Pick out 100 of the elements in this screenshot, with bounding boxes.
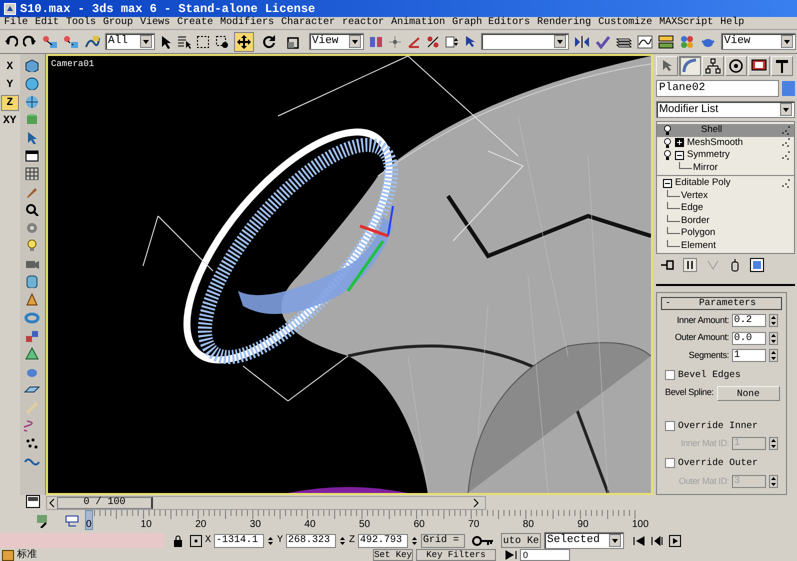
- number-field[interactable]: 1: [732, 349, 766, 362]
- schematic-view-icon[interactable]: [658, 34, 674, 48]
- grid-icon[interactable]: [24, 166, 40, 180]
- rollout-header[interactable]: - Parameters: [661, 296, 782, 310]
- auto-key-button[interactable]: uto Ke: [501, 533, 542, 548]
- number-field[interactable]: 0.2: [732, 314, 766, 327]
- menu-item[interactable]: reactor: [342, 17, 384, 29]
- modifier-stack-item[interactable]: Shell: [657, 124, 794, 136]
- key-filters-button[interactable]: Key Filters: [416, 549, 496, 561]
- link-icon[interactable]: [42, 34, 58, 48]
- spinner-arrows-icon[interactable]: [769, 314, 778, 327]
- pyramid-icon[interactable]: [24, 346, 40, 360]
- window-crossing-icon[interactable]: [215, 34, 229, 48]
- time-slider[interactable]: 0 / 100: [46, 496, 486, 510]
- set-key-button[interactable]: Set Key: [373, 549, 413, 561]
- light-bulb-icon[interactable]: [663, 125, 672, 136]
- menu-item[interactable]: Group: [103, 17, 134, 29]
- number-field[interactable]: 0.0: [732, 332, 766, 344]
- rectangle-selection-icon[interactable]: [196, 34, 210, 48]
- menu-item[interactable]: Rendering: [537, 17, 592, 29]
- time-slider-thumb[interactable]: 0 / 100: [57, 496, 153, 508]
- key-icon[interactable]: [472, 534, 494, 546]
- next-frame-icon[interactable]: [471, 496, 481, 508]
- undo-icon[interactable]: [4, 34, 18, 48]
- sub-object-level[interactable]: Vertex: [681, 188, 708, 203]
- go-to-end-icon[interactable]: [505, 550, 517, 560]
- menu-item[interactable]: Edit: [35, 17, 60, 29]
- spinner-arrows-icon[interactable]: [769, 437, 778, 450]
- coordinate-field[interactable]: 492.793: [358, 534, 408, 548]
- spinner-arrows-icon[interactable]: [769, 332, 778, 344]
- percent-snap-icon[interactable]: [426, 34, 440, 48]
- coordinate-field[interactable]: -1314.1: [214, 534, 264, 548]
- spinner-arrows-icon[interactable]: [339, 534, 346, 546]
- axis-constraint-button[interactable]: Y: [0, 77, 19, 93]
- menu-item[interactable]: Graph Editors: [452, 17, 530, 29]
- spline-pick-button[interactable]: None: [716, 386, 780, 400]
- spinner-arrows-icon[interactable]: [267, 534, 274, 546]
- globe-icon[interactable]: [24, 94, 40, 108]
- collapse-toggle[interactable]: -: [662, 296, 674, 310]
- menu-item[interactable]: Help: [720, 17, 744, 29]
- sub-object-level[interactable]: Border: [681, 214, 710, 228]
- coordinate-field[interactable]: 268.323: [286, 534, 336, 548]
- light-bulb-icon[interactable]: [663, 150, 672, 160]
- previous-frame-icon[interactable]: [47, 496, 57, 508]
- previous-key-icon[interactable]: [651, 536, 664, 546]
- sub-object-level[interactable]: Polygon: [681, 226, 716, 240]
- menu-item[interactable]: Character: [281, 17, 336, 29]
- modifier-stack-item[interactable]: Editable Poly: [657, 177, 794, 190]
- object-name-field[interactable]: Plane02: [656, 80, 779, 97]
- axis-constraint-button[interactable]: XY: [0, 113, 19, 129]
- checkbox[interactable]: Override Inner: [657, 418, 786, 433]
- axis-constraint-button[interactable]: Z: [0, 95, 19, 111]
- unlink-icon[interactable]: [63, 34, 79, 48]
- select-arrow-icon[interactable]: [160, 34, 172, 48]
- named-selection-icon[interactable]: [464, 34, 476, 48]
- viewport-label[interactable]: Camera01: [51, 58, 94, 72]
- modifier-stack-item[interactable]: Symmetry: [657, 149, 794, 162]
- key-mode-dropdown[interactable]: Selected: [544, 532, 624, 549]
- reference-coordinate-dropdown[interactable]: View: [309, 33, 364, 50]
- cone-icon[interactable]: [24, 292, 40, 306]
- collapse-box-icon[interactable]: [675, 150, 684, 160]
- sub-object-level[interactable]: Mirror: [693, 160, 718, 175]
- material-editor-icon[interactable]: [679, 34, 695, 48]
- menu-item[interactable]: MAXScript: [659, 17, 714, 29]
- window-icon[interactable]: [24, 148, 40, 162]
- snap-icon[interactable]: [388, 34, 402, 48]
- modifier-stack-item[interactable]: MeshSmooth: [657, 136, 794, 149]
- menu-item[interactable]: Customize: [598, 17, 652, 29]
- curve-editor-icon[interactable]: [637, 34, 653, 48]
- particle-icon[interactable]: [24, 436, 40, 450]
- selection-filter-dropdown[interactable]: All: [105, 33, 155, 50]
- viewport[interactable]: Camera01: [46, 54, 653, 495]
- checkbox[interactable]: Override Outer: [657, 456, 786, 470]
- angle-snap-icon[interactable]: [407, 34, 421, 48]
- menu-item[interactable]: Tools: [66, 17, 96, 29]
- go-to-start-icon[interactable]: [633, 536, 646, 546]
- expand-box-icon[interactable]: [675, 138, 684, 148]
- modifier-list-dropdown[interactable]: Modifier List: [656, 101, 795, 118]
- redo-icon[interactable]: [23, 34, 37, 48]
- menu-item[interactable]: Modifiers: [220, 17, 274, 29]
- spinner-arrows-icon[interactable]: [769, 349, 778, 362]
- pin-stack-icon[interactable]: [660, 259, 674, 272]
- mirror-icon[interactable]: [574, 34, 590, 48]
- transform-tool-button[interactable]: [234, 32, 254, 52]
- axis-constraint-button[interactable]: X: [0, 59, 19, 75]
- select-by-name-icon[interactable]: [177, 34, 191, 48]
- spinner-arrows-icon[interactable]: [769, 474, 778, 488]
- object-color-swatch[interactable]: [782, 81, 795, 96]
- spinner-arrows-icon[interactable]: [411, 534, 418, 546]
- menu-item[interactable]: File: [4, 17, 28, 29]
- menu-item[interactable]: Views: [140, 17, 170, 29]
- menu-item[interactable]: Create: [177, 17, 214, 29]
- checkbox[interactable]: Bevel Edges: [657, 368, 786, 382]
- sub-object-level[interactable]: Edge: [681, 201, 704, 216]
- collapse-box-icon[interactable]: [663, 178, 672, 188]
- cube-icon[interactable]: [24, 58, 40, 72]
- render-type-dropdown[interactable]: View: [721, 33, 796, 50]
- lock-icon[interactable]: [173, 534, 183, 546]
- light-bulb-icon[interactable]: [663, 138, 672, 148]
- named-selection-dropdown[interactable]: [481, 33, 569, 50]
